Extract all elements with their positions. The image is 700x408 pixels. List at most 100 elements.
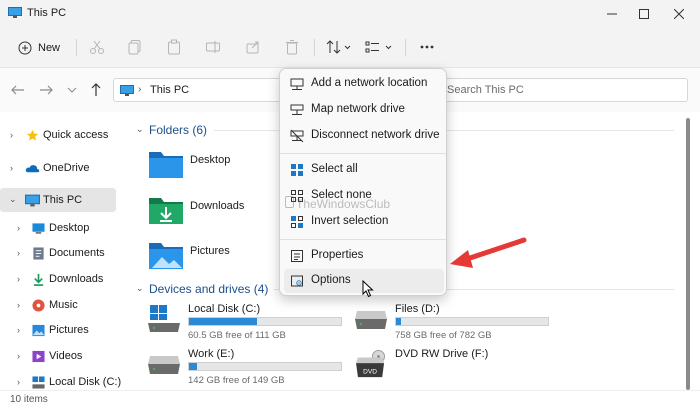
drive-c[interactable]: Local Disk (C:) 60.5 GB free of 111 GB (148, 303, 348, 343)
toolbar-separator (76, 39, 77, 56)
sidebar-item-downloads[interactable]: › Downloads (0, 267, 116, 291)
view-button[interactable] (365, 38, 395, 56)
cut-button[interactable] (88, 38, 106, 56)
chevron-right-icon: › (17, 325, 20, 335)
recent-button[interactable] (64, 82, 80, 98)
sidebar-item-label: Pictures (49, 324, 89, 336)
copy-button[interactable] (126, 38, 144, 56)
chevron-right-icon: › (17, 223, 20, 233)
menu-item-select-all[interactable]: Select all (284, 158, 444, 182)
paste-icon (168, 39, 180, 55)
sidebar-item-quick-access[interactable]: › Quick access (0, 123, 116, 147)
desktop-folder-icon (32, 222, 45, 234)
desktop-folder-icon (149, 152, 183, 178)
delete-button[interactable] (283, 38, 301, 56)
paste-button[interactable] (165, 38, 183, 56)
menu-item-map-network-drive[interactable]: Map network drive (284, 98, 444, 122)
chevron-right-icon: › (10, 163, 13, 173)
plus-circle-icon (18, 41, 32, 55)
item-count: 10 items (10, 394, 48, 405)
forward-button[interactable] (38, 82, 54, 98)
folder-desktop[interactable]: Desktop (148, 148, 278, 184)
minimize-button[interactable] (595, 0, 629, 28)
annotation-arrow-icon (450, 237, 527, 268)
menu-item-add-network-location[interactable]: Add a network location (284, 72, 444, 96)
rename-button[interactable] (204, 38, 222, 56)
sidebar-item-label: Local Disk (C:) (49, 376, 122, 388)
sort-icon (326, 40, 351, 54)
drive-free-space: 142 GB free of 149 GB (188, 375, 285, 386)
menu-item-label: Select all (311, 163, 358, 175)
sidebar-item-videos[interactable]: › Videos (0, 344, 116, 368)
this-pc-icon (8, 7, 22, 18)
up-button[interactable] (88, 82, 104, 98)
menu-item-invert-selection[interactable]: Invert selection (284, 210, 444, 234)
back-button[interactable] (10, 82, 26, 98)
chevron-right-icon: › (17, 300, 20, 310)
command-bar: New (0, 28, 700, 68)
copy-icon (128, 40, 141, 55)
folders-section-header[interactable]: Folders (6) (149, 123, 207, 137)
folder-downloads[interactable]: Downloads (148, 194, 278, 230)
drive-f[interactable]: DVD DVD RW Drive (F:) (355, 348, 555, 388)
new-button[interactable]: New (12, 37, 66, 59)
share-button[interactable] (244, 38, 262, 56)
mouse-pointer-icon (362, 280, 374, 298)
vertical-scrollbar[interactable] (686, 118, 690, 390)
downloads-folder-icon (33, 273, 44, 286)
sidebar-item-label: Music (49, 299, 78, 311)
sidebar-item-documents[interactable]: › Documents (0, 241, 116, 265)
scissors-icon (90, 40, 104, 54)
music-folder-icon (32, 298, 45, 312)
sort-button[interactable] (325, 38, 353, 56)
folder-label: Desktop (190, 154, 231, 166)
sidebar-item-label: This PC (43, 194, 83, 206)
sidebar-item-music[interactable]: › Music (0, 293, 116, 317)
drives-section-header[interactable]: Devices and drives (4) (149, 282, 268, 296)
close-icon (674, 9, 684, 19)
map-drive-icon (290, 104, 304, 115)
arrow-right-icon (40, 85, 53, 95)
folder-pictures[interactable]: Pictures (148, 239, 278, 275)
drive-e[interactable]: Work (E:) 142 GB free of 149 GB (148, 348, 348, 388)
arrow-left-icon (11, 85, 24, 95)
dvd-badge: DVD (363, 368, 377, 375)
more-options-button[interactable] (418, 38, 436, 56)
minimize-icon (607, 13, 617, 15)
cloud-icon (25, 164, 40, 172)
trash-icon (286, 40, 298, 55)
sidebar-item-pictures[interactable]: › Pictures (0, 318, 116, 342)
chevron-down-icon (67, 87, 77, 93)
toolbar-separator (405, 39, 406, 56)
status-bar: 10 items (0, 390, 700, 408)
close-button[interactable] (662, 0, 696, 28)
arrow-up-icon (91, 83, 101, 96)
chevron-down-icon: ⌄ (136, 283, 144, 293)
search-input[interactable]: Search This PC (440, 78, 688, 102)
more-icon (420, 45, 434, 49)
chevron-right-icon: › (17, 377, 20, 387)
drive-name: Local Disk (C:) (188, 303, 261, 315)
navigation-pane: › Quick access › OneDrive ⌄ This PC › De… (0, 112, 124, 390)
disconnect-drive-icon (290, 129, 304, 143)
maximize-icon (639, 9, 649, 19)
sidebar-item-onedrive[interactable]: › OneDrive (0, 156, 116, 180)
toolbar-separator (314, 39, 315, 56)
drive-name: DVD RW Drive (F:) (395, 348, 489, 360)
computer-icon (25, 194, 40, 206)
pictures-folder-icon (32, 324, 45, 336)
chevron-right-icon: › (17, 351, 20, 361)
menu-item-properties[interactable]: Properties (284, 244, 444, 268)
menu-separator (280, 153, 446, 154)
menu-item-disconnect-network-drive[interactable]: Disconnect network drive (284, 124, 444, 148)
maximize-button[interactable] (627, 0, 661, 28)
chevron-right-icon: › (10, 130, 13, 140)
drive-d[interactable]: Files (D:) 758 GB free of 782 GB (355, 303, 555, 343)
drive-name: Files (D:) (395, 303, 440, 315)
chevron-down-icon: ⌄ (136, 124, 144, 134)
menu-item-label: Invert selection (311, 215, 389, 227)
drive-free-space: 758 GB free of 782 GB (395, 330, 492, 341)
rename-icon (206, 41, 220, 53)
sidebar-item-this-pc[interactable]: ⌄ This PC (0, 188, 116, 212)
sidebar-item-desktop[interactable]: › Desktop (0, 216, 116, 240)
